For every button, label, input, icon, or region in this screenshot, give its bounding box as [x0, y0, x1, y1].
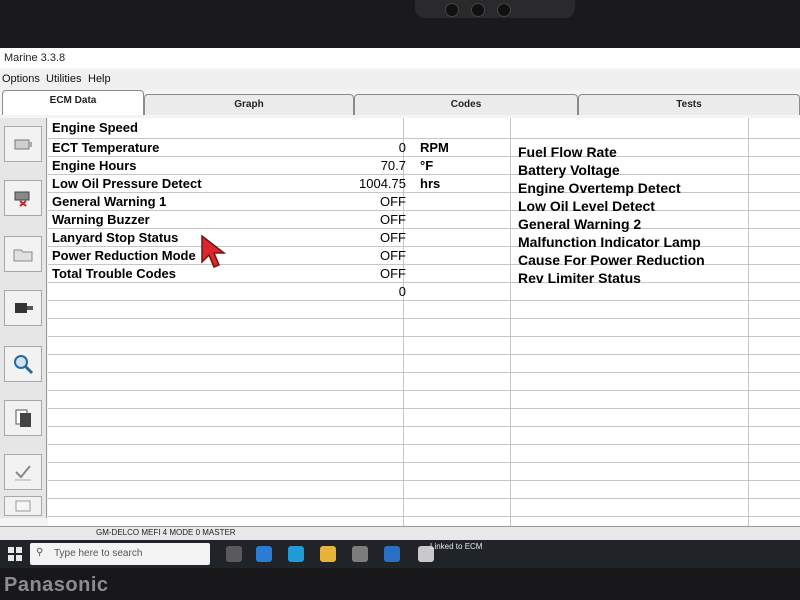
file-explorer-icon[interactable]	[320, 546, 336, 562]
folder-icon	[13, 249, 33, 262]
windows-taskbar: ⚲ Type here to search Linked to ECM	[0, 540, 800, 568]
tab-tests[interactable]: Tests	[578, 94, 800, 115]
row-divider	[48, 228, 800, 229]
row-label: General Warning 1	[52, 194, 167, 209]
right-label: Engine Overtemp Detect	[518, 180, 681, 196]
row-divider	[48, 516, 800, 517]
row-unit: RPM	[420, 140, 449, 155]
row-label: Warning Buzzer	[52, 212, 150, 227]
row-divider	[48, 408, 800, 409]
browser-icon[interactable]	[288, 546, 304, 562]
grid-header: Engine Speed	[52, 120, 138, 135]
row-divider	[48, 174, 800, 175]
row-value: 0	[398, 140, 406, 155]
engine-icon	[14, 139, 32, 150]
ecm-data-grid: Engine Speed ECT Temperature 0 RPM Fuel Flo…	[48, 118, 800, 558]
row-divider	[48, 462, 800, 463]
row-label: Power Reduction Mode	[52, 248, 196, 263]
row-unit: hrs	[420, 176, 441, 191]
search-icon: ⚲	[36, 547, 44, 558]
tab-graph[interactable]: Graph	[144, 94, 354, 115]
row-unit: °F	[420, 158, 434, 173]
menu-bar: Options Utilities Help	[0, 70, 800, 90]
title-bar: Marine 3.3.8	[0, 48, 800, 68]
right-label: Cause For Power Reduction	[518, 252, 705, 268]
row-value: OFF	[380, 230, 406, 245]
pages-button[interactable]	[4, 400, 42, 436]
magnifier-icon	[14, 355, 34, 375]
row-divider	[48, 444, 800, 445]
row-value: OFF	[380, 266, 406, 281]
store-icon[interactable]	[352, 546, 368, 562]
row-divider	[48, 426, 800, 427]
row-label: Low Oil Pressure Detect	[52, 176, 202, 191]
gearbox-icon	[15, 303, 33, 313]
menu-options[interactable]: Options	[2, 73, 40, 85]
row-divider	[48, 498, 800, 499]
edit-icon	[15, 500, 31, 512]
right-label: Rev Limiter Status	[518, 270, 641, 286]
menu-utilities[interactable]: Utilities	[46, 73, 81, 85]
row-divider	[48, 480, 800, 481]
brand-logo: Panasonic	[4, 574, 109, 596]
row-value: OFF	[380, 248, 406, 263]
checklist-icon	[15, 465, 31, 481]
connection-status: Linked to ECM	[430, 542, 483, 551]
status-bar: GM-DELCO MEFI 4 MODE 0 MASTER	[0, 526, 800, 541]
app-title: Marine 3.3.8	[4, 52, 66, 64]
screen: Marine 3.3.8 Options Utilities Help ECM …	[0, 48, 800, 568]
mouse-cursor-icon	[200, 234, 228, 275]
edge-icon[interactable]	[256, 546, 272, 562]
right-label: Low Oil Level Detect	[518, 198, 655, 214]
row-value: 70.7	[380, 158, 406, 173]
row-divider	[48, 300, 800, 301]
right-label: Battery Voltage	[518, 162, 620, 178]
row-divider	[48, 282, 800, 283]
sensor-icon	[497, 3, 511, 17]
monitor-bezel-bottom: Panasonic	[0, 568, 800, 600]
right-label: Fuel Flow Rate	[518, 144, 617, 160]
flag-button[interactable]	[4, 180, 42, 216]
windows-start-icon[interactable]	[8, 547, 22, 561]
row-label: Lanyard Stop Status	[52, 230, 179, 245]
row-value: OFF	[380, 194, 406, 209]
webcam-bar	[415, 0, 575, 18]
taskbar-search-input[interactable]: ⚲ Type here to search	[30, 543, 210, 565]
row-divider	[48, 210, 800, 211]
task-view-icon[interactable]	[226, 546, 242, 562]
tool-sidebar	[0, 118, 47, 518]
sensor-icon	[445, 3, 459, 17]
row-divider	[48, 192, 800, 193]
row-value: OFF	[380, 212, 406, 227]
monitor-bezel-top	[0, 0, 800, 48]
checklist-button[interactable]	[4, 454, 42, 490]
row-value: 1004.75	[359, 176, 406, 191]
tab-codes[interactable]: Codes	[354, 94, 578, 115]
pages-icon	[15, 409, 31, 427]
search-button[interactable]	[4, 346, 42, 382]
row-divider	[48, 390, 800, 391]
row-divider	[48, 336, 800, 337]
menu-help[interactable]: Help	[88, 73, 111, 85]
right-label: Malfunction Indicator Lamp	[518, 234, 701, 250]
row-label: Total Trouble Codes	[52, 266, 176, 281]
row-divider	[48, 318, 800, 319]
row-value: 0	[398, 284, 406, 299]
row-divider	[48, 156, 800, 157]
tab-ecm-data[interactable]: ECM Data	[2, 90, 144, 115]
engine-data-button[interactable]	[4, 126, 42, 162]
engine-profile-label: GM-DELCO MEFI 4 MODE 0 MASTER	[96, 528, 236, 537]
edit-button[interactable]	[4, 496, 42, 516]
mail-icon[interactable]	[384, 546, 400, 562]
row-label: ECT Temperature	[52, 140, 160, 155]
folder-button[interactable]	[4, 236, 42, 272]
row-divider	[48, 372, 800, 373]
webcam-icon	[471, 3, 485, 17]
row-divider	[48, 354, 800, 355]
row-label: Engine Hours	[52, 158, 137, 173]
flag-icon	[14, 191, 30, 207]
tab-strip: ECM Data Graph Codes Tests	[0, 90, 800, 118]
right-label: General Warning 2	[518, 216, 642, 232]
gearbox-button[interactable]	[4, 290, 42, 326]
